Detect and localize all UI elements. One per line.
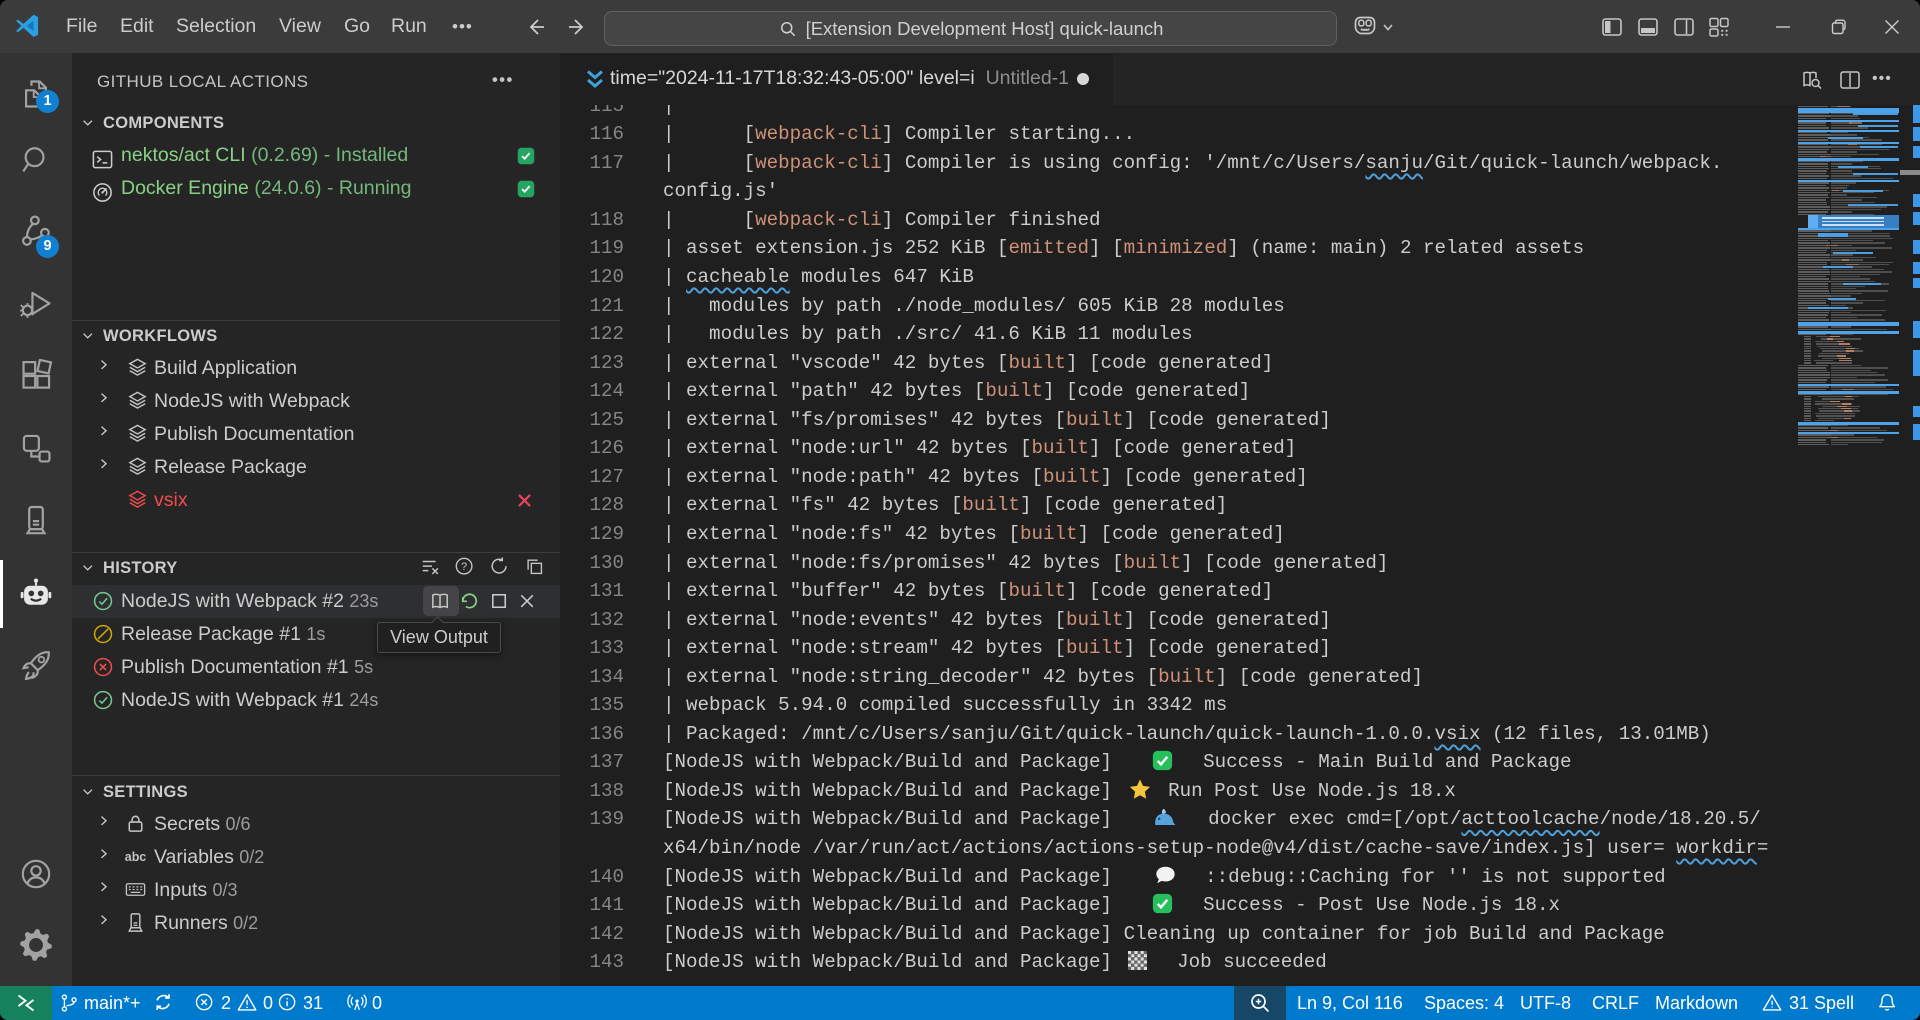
- svg-text:?: ?: [461, 561, 467, 573]
- svg-text:abc: abc: [125, 849, 147, 863]
